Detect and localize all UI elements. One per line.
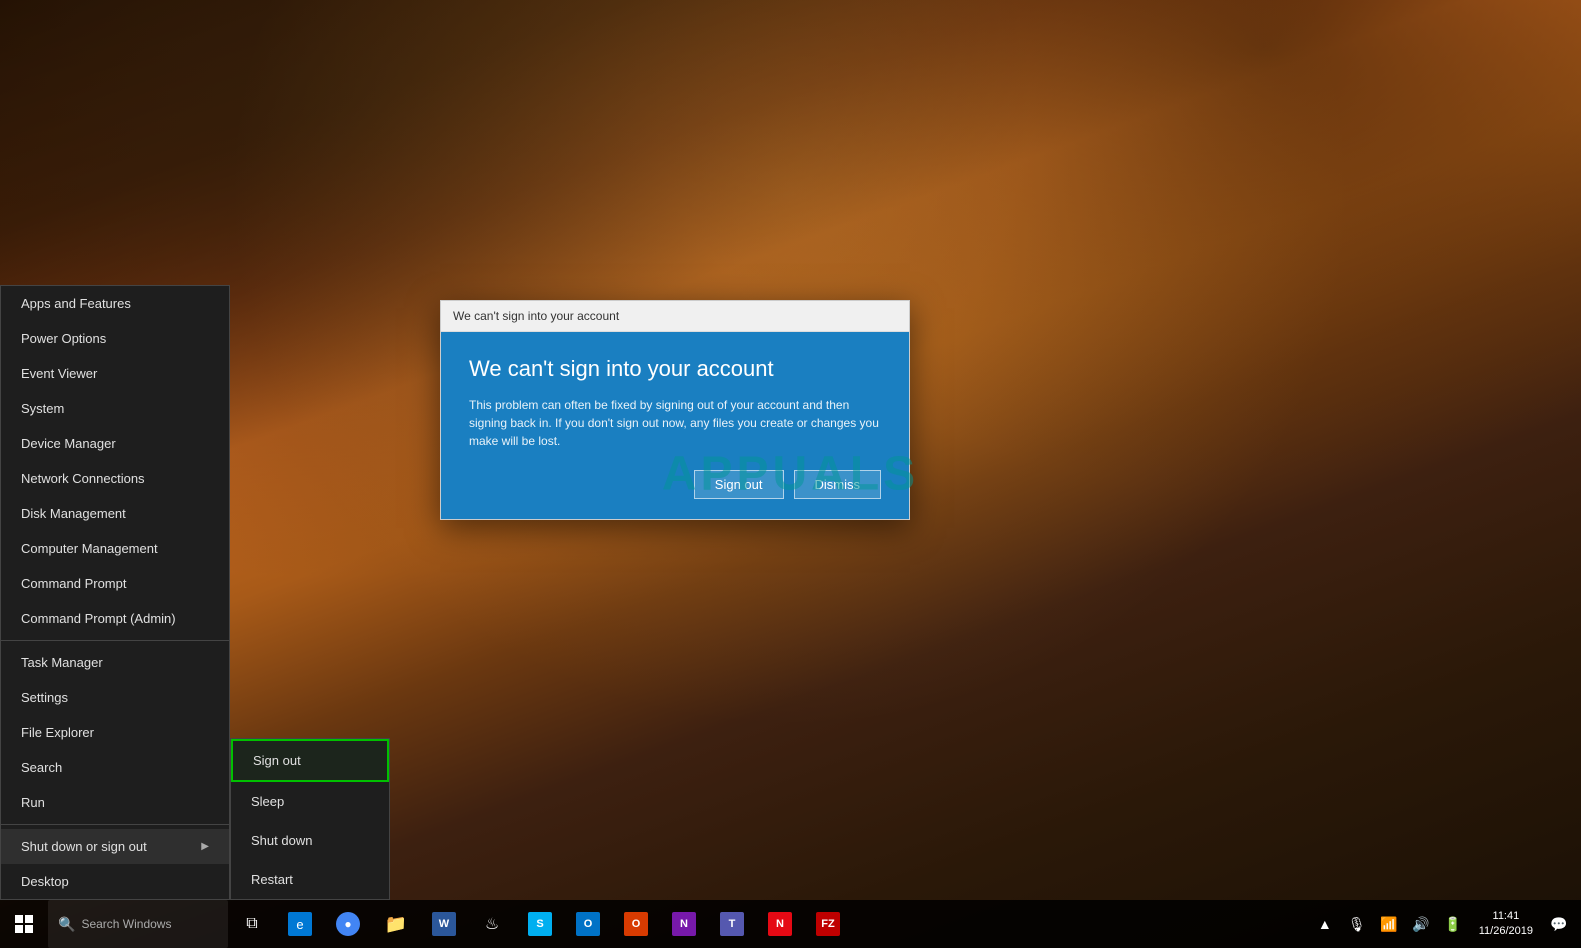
taskbar-chrome[interactable]: ● xyxy=(324,900,372,948)
submenu: Sign out Sleep Shut down Restart xyxy=(230,738,390,900)
taskbar-office[interactable]: O xyxy=(612,900,660,948)
windows-logo-icon xyxy=(15,915,33,933)
task-view-button[interactable]: ⧉ xyxy=(228,900,276,948)
dismiss-button[interactable]: Dismiss xyxy=(794,470,882,499)
context-menu-item-network-connections[interactable]: Network Connections xyxy=(1,461,229,496)
taskbar-onenote[interactable]: N xyxy=(660,900,708,948)
task-view-icon: ⧉ xyxy=(246,915,257,933)
dialog-titlebar-text: We can't sign into your account xyxy=(453,309,619,323)
context-menu-item-device-manager[interactable]: Device Manager xyxy=(1,426,229,461)
taskbar-explorer[interactable]: 📁 xyxy=(372,900,420,948)
context-menu-item-desktop[interactable]: Desktop xyxy=(1,864,229,899)
context-menu-item-system[interactable]: System xyxy=(1,391,229,426)
context-menu-item-file-explorer[interactable]: File Explorer xyxy=(1,715,229,750)
edge-icon: e xyxy=(288,912,312,936)
chrome-icon: ● xyxy=(336,912,360,936)
clock-date: 11/26/2019 xyxy=(1479,924,1533,939)
taskbar-filezilla[interactable]: FZ xyxy=(804,900,852,948)
submenu-arrow-icon: ▶ xyxy=(201,841,209,852)
taskbar: 🔍 Search Windows ⧉ e ● 📁 W ♨ S O O xyxy=(0,900,1581,948)
taskbar-word[interactable]: W xyxy=(420,900,468,948)
taskbar-edge[interactable]: e xyxy=(276,900,324,948)
submenu-item-sleep[interactable]: Sleep xyxy=(231,782,389,821)
dialog-body: We can't sign into your account This pro… xyxy=(441,332,909,519)
tray-microphone[interactable]: 🎙 xyxy=(1343,910,1371,938)
separator-2 xyxy=(1,824,229,825)
context-menu-item-task-manager[interactable]: Task Manager xyxy=(1,645,229,680)
taskbar-netflix[interactable]: N xyxy=(756,900,804,948)
tray-network[interactable]: 📶 xyxy=(1375,910,1403,938)
tray-show-hidden[interactable]: ▲ xyxy=(1311,910,1339,938)
clock-time: 11:41 xyxy=(1493,909,1520,924)
context-menu-item-disk-management[interactable]: Disk Management xyxy=(1,496,229,531)
context-menu-item-power-options[interactable]: Power Options xyxy=(1,321,229,356)
start-button[interactable] xyxy=(0,900,48,948)
dialog-title: We can't sign into your account xyxy=(469,356,881,382)
separator-1 xyxy=(1,640,229,641)
steam-icon: ♨ xyxy=(480,912,504,936)
taskbar-outlook[interactable]: O xyxy=(564,900,612,948)
taskbar-skype[interactable]: S xyxy=(516,900,564,948)
teams-icon: T xyxy=(720,912,744,936)
submenu-item-shut-down[interactable]: Shut down xyxy=(231,821,389,860)
tray-volume[interactable]: 🔊 xyxy=(1407,910,1435,938)
context-menu-item-command-prompt[interactable]: Command Prompt xyxy=(1,566,229,601)
context-menu-item-shut-down-sign-out[interactable]: Shut down or sign out ▶ xyxy=(1,829,229,864)
tray-battery[interactable]: 🔋 xyxy=(1439,910,1467,938)
filezilla-icon: FZ xyxy=(816,912,840,936)
dialog-buttons: Sign out Dismiss xyxy=(469,470,881,499)
context-menu-item-computer-management[interactable]: Computer Management xyxy=(1,531,229,566)
dialog-titlebar: We can't sign into your account xyxy=(441,301,909,332)
search-icon: 🔍 xyxy=(58,916,75,933)
dialog-body-text: This problem can often be fixed by signi… xyxy=(469,396,881,450)
context-menu-item-command-prompt-admin[interactable]: Command Prompt (Admin) xyxy=(1,601,229,636)
context-menu-item-settings[interactable]: Settings xyxy=(1,680,229,715)
taskbar-teams[interactable]: T xyxy=(708,900,756,948)
system-clock[interactable]: 11:41 11/26/2019 xyxy=(1471,909,1541,940)
skype-icon: S xyxy=(528,912,552,936)
office-icon: O xyxy=(624,912,648,936)
word-icon: W xyxy=(432,912,456,936)
context-menu-item-run[interactable]: Run xyxy=(1,785,229,820)
context-menu-item-apps-features[interactable]: Apps and Features xyxy=(1,286,229,321)
submenu-item-sign-out[interactable]: Sign out xyxy=(231,739,389,782)
context-menu-item-search[interactable]: Search xyxy=(1,750,229,785)
context-menu: Apps and Features Power Options Event Vi… xyxy=(0,285,230,900)
netflix-icon: N xyxy=(768,912,792,936)
search-placeholder: Search Windows xyxy=(81,917,171,931)
sign-out-button[interactable]: Sign out xyxy=(694,470,784,499)
outlook-icon: O xyxy=(576,912,600,936)
context-menu-item-event-viewer[interactable]: Event Viewer xyxy=(1,356,229,391)
taskbar-steam[interactable]: ♨ xyxy=(468,900,516,948)
dialog: We can't sign into your account We can't… xyxy=(440,300,910,520)
action-center[interactable]: 💬 xyxy=(1545,910,1573,938)
onenote-icon: N xyxy=(672,912,696,936)
file-explorer-icon: 📁 xyxy=(384,912,408,936)
taskbar-search[interactable]: 🔍 Search Windows xyxy=(48,900,228,948)
desktop: We can't sign into your account We can't… xyxy=(0,0,1581,948)
submenu-item-restart[interactable]: Restart xyxy=(231,860,389,899)
system-tray: ▲ 🎙 📶 🔊 🔋 11:41 11/26/2019 💬 xyxy=(1303,909,1581,940)
